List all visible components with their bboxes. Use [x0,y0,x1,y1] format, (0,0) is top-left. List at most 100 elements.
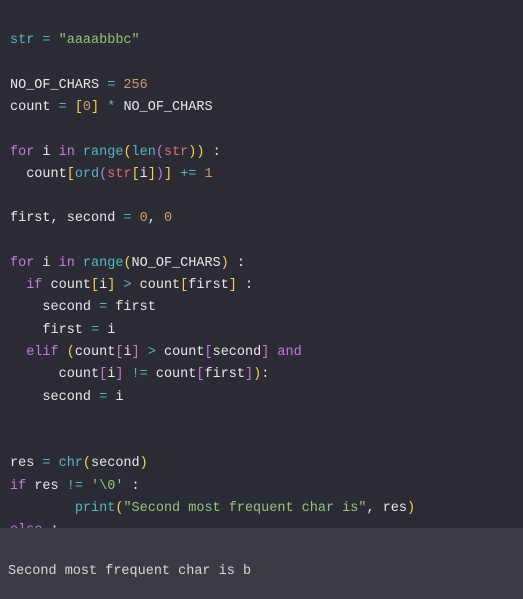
code-token: if [10,278,51,293]
code-token: != [132,367,156,382]
code-token: chr [59,456,83,471]
code-token: ] [245,367,253,382]
code-token: [ [204,345,212,360]
code-token: : [123,479,139,494]
code-token: ( [67,345,75,360]
code-token: elif [10,345,67,360]
code-token: : [229,256,245,271]
code-token: first [115,300,156,315]
code-token: ] [115,367,131,382]
code-token: ) [253,367,261,382]
code-token: 0 [83,100,91,115]
code-token: and [277,345,301,360]
code-token: , [51,211,67,226]
code-token: i [140,167,148,182]
code-token: NO_OF_CHARS [10,78,107,93]
code-token: i [107,323,115,338]
code-token: [ [67,167,75,182]
code-token: str [10,33,34,48]
code-token: i [123,345,131,360]
code-token: ) [156,167,164,182]
code-token: '\0' [91,479,123,494]
code-token: first [10,211,51,226]
code-token: range [83,145,124,160]
code-token: > [123,278,139,293]
code-token: ord [75,167,99,182]
code-token: ] [132,345,148,360]
code-token: = [123,211,139,226]
output-line: Second most frequent char is b [8,564,251,579]
code-token: first [188,278,229,293]
code-token: second [10,390,99,405]
code-token: first [204,367,245,382]
code-token: )) [188,145,204,160]
code-token: count [10,167,67,182]
code-token: count [156,367,197,382]
code-token: = [91,323,107,338]
code-token: ( [156,145,164,160]
code-token: count [164,345,205,360]
code-token: ] [261,345,277,360]
code-token: for [10,256,42,271]
code-token: i [115,390,123,405]
code-token: 0 [164,211,172,226]
code-token: != [67,479,91,494]
code-token: : [204,145,220,160]
output-panel: Second most frequent char is b [0,528,523,599]
code-token: > [148,345,164,360]
code-token: = [107,78,123,93]
code-token: count [75,345,116,360]
code-token: NO_OF_CHARS [132,256,221,271]
code-token: "Second most frequent char is" [123,501,366,516]
code-token: if [10,479,34,494]
code-token: : [237,278,253,293]
code-token: ) [407,501,415,516]
code-token [10,501,75,516]
code-token: : [261,367,269,382]
code-token: count [140,278,181,293]
code-token: ] [148,167,156,182]
code-token: count [10,100,59,115]
code-token: i [42,145,58,160]
code-token: print [75,501,116,516]
code-token: first [10,323,91,338]
code-token: str [164,145,188,160]
code-token: 256 [123,78,147,93]
code-token: = [34,33,58,48]
code-token: 0 [140,211,148,226]
code-token: in [59,145,83,160]
code-token: second [91,456,140,471]
code-token: second [213,345,262,360]
code-token: 1 [205,167,213,182]
code-token: ) [221,256,229,271]
code-token: = [99,390,115,405]
code-token: "aaaabbbc" [59,33,140,48]
code-token: , [366,501,382,516]
code-token: = [42,456,58,471]
code-token: = [59,100,75,115]
code-token: [ [91,278,99,293]
code-token: = [99,300,115,315]
code-token: [ [75,100,83,115]
code-token: for [10,145,42,160]
code-token: res [34,479,66,494]
code-token: ] [229,278,237,293]
code-token: ] [91,100,107,115]
code-token: second [10,300,99,315]
code-token: count [51,278,92,293]
code-token: , [148,211,164,226]
code-token: ] [107,278,123,293]
code-token: len [132,145,156,160]
code-token: second [67,211,124,226]
code-token: ( [83,456,91,471]
code-token: [ [132,167,140,182]
code-token: * [107,100,123,115]
code-token: i [42,256,58,271]
code-token: res [10,456,42,471]
code-token: range [83,256,124,271]
code-token: NO_OF_CHARS [123,100,212,115]
code-editor[interactable]: str = "aaaabbbc" NO_OF_CHARS = 256 count… [0,0,523,573]
code-token: ( [123,256,131,271]
code-token: in [59,256,83,271]
code-token: res [383,501,407,516]
